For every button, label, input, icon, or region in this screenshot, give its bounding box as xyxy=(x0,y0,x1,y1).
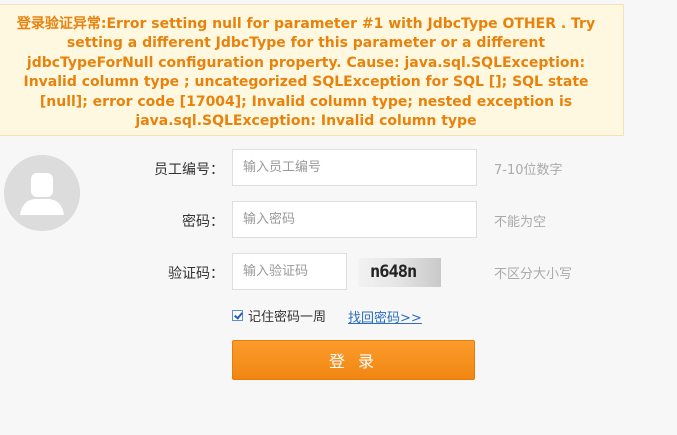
remember-me[interactable]: 记住密码一周 xyxy=(232,306,327,325)
remember-checkbox[interactable] xyxy=(232,309,243,321)
login-button[interactable]: 登 录 xyxy=(232,340,475,380)
captcha-image[interactable]: n648n xyxy=(358,258,441,287)
captcha-label: 验证码： xyxy=(168,266,224,282)
remember-label: 记住密码一周 xyxy=(248,309,327,325)
captcha-input[interactable] xyxy=(232,253,347,290)
error-banner: 登录验证异常:Error setting null for parameter … xyxy=(0,4,624,136)
error-message: 登录验证异常:Error setting null for parameter … xyxy=(16,16,596,130)
employee-id-input[interactable] xyxy=(232,149,477,186)
forgot-password-link[interactable]: 找回密码>> xyxy=(348,307,422,326)
password-input[interactable] xyxy=(232,201,477,238)
avatar xyxy=(4,155,80,231)
password-hint: 不能为空 xyxy=(494,215,547,230)
user-silhouette-icon xyxy=(4,155,80,231)
password-label: 密码： xyxy=(182,214,224,230)
captcha-text: n648n xyxy=(370,262,417,282)
captcha-hint: 不区分大小写 xyxy=(494,267,573,282)
employee-id-hint: 7-10位数字 xyxy=(494,163,563,178)
employee-id-label: 员工编号： xyxy=(154,162,224,178)
